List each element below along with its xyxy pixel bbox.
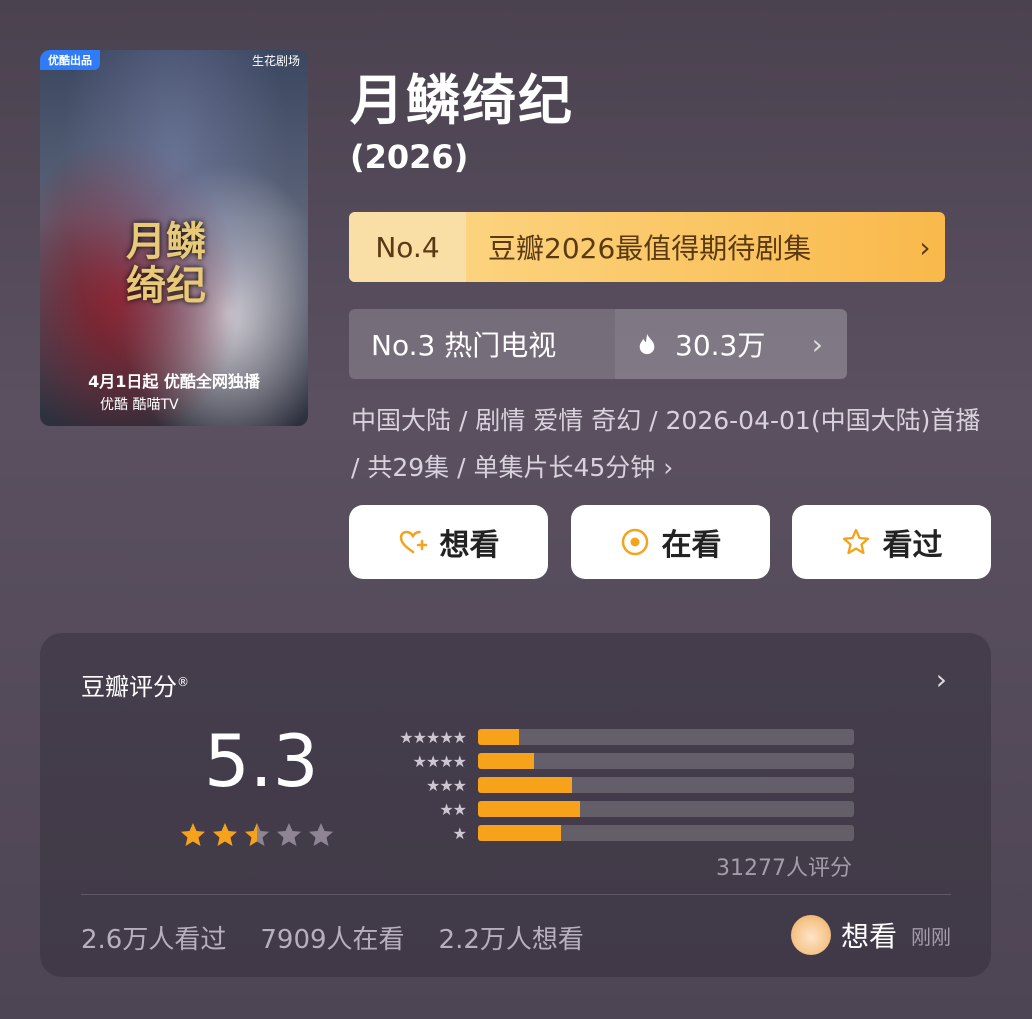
rating-bar-stars: ★ [452, 824, 467, 843]
heat-section: 30.3万 › [615, 309, 847, 379]
star-outline-icon [842, 528, 869, 555]
want-to-watch-button[interactable]: 想看 [349, 505, 548, 579]
watched-label: 看过 [882, 528, 943, 563]
hot-tv-banner[interactable]: No.3 热门电视 30.3万 › [349, 309, 847, 379]
chevron-right-icon[interactable]: › [936, 663, 947, 696]
want-count[interactable]: 2.2万人想看 [439, 919, 584, 956]
friend-action: 想看 [840, 920, 897, 953]
friend-time: 刚刚 [911, 924, 951, 949]
rating-star-icon [309, 823, 333, 846]
show-meta[interactable]: 中国大陆 / 剧情 爱情 奇幻 / 2026-04-01(中国大陆)首播 / 共… [351, 397, 991, 491]
rating-card: 豆瓣评分® › 5.3 ★★★★★ ★★★★ ★★★ ★★ ★ 31277人评分 2.6… [40, 633, 991, 977]
rating-score: 5.3 [204, 719, 319, 803]
want-to-watch-label: 想看 [439, 528, 500, 563]
rating-star-icon [213, 823, 237, 846]
chevron-right-icon: › [919, 230, 931, 264]
poster-release: 4月1日起 优酷全网独播 [88, 372, 260, 391]
poster-platforms: 优酷 酷喵TV [100, 397, 179, 413]
circle-dot-icon [621, 528, 648, 556]
divider [81, 894, 951, 895]
rating-header: 豆瓣评分® [81, 667, 189, 702]
rating-bar-track [478, 753, 854, 769]
chevron-right-icon: › [811, 327, 823, 361]
rating-bar-fill [478, 777, 572, 793]
rating-bar-stars: ★★★★★ [399, 728, 467, 747]
rating-bar-track [478, 825, 854, 841]
rank-label: 豆瓣2026最值得期待剧集 [488, 232, 812, 265]
watched-count[interactable]: 2.6万人看过 [81, 919, 226, 956]
heat-value: 30.3万 [675, 329, 766, 362]
poster-title-art: 月鳞绮纪 [126, 218, 206, 309]
show-year: (2026) [350, 138, 469, 176]
rating-count[interactable]: 31277人评分 [716, 850, 852, 882]
watching-count[interactable]: 7909人在看 [260, 919, 404, 956]
show-title: 月鳞绮纪 [350, 69, 574, 132]
rating-star-icon [277, 823, 301, 846]
rank-banner[interactable]: No.4 豆瓣2026最值得期待剧集 › [349, 212, 945, 282]
rating-bar-fill [478, 825, 561, 841]
watching-button[interactable]: 在看 [571, 505, 770, 579]
rating-bar-track [478, 777, 854, 793]
poster-badge: 优酷出品 [40, 50, 100, 70]
rating-bar-stars: ★★ [439, 800, 467, 819]
poster[interactable]: 优酷出品 生花剧场 月鳞绮纪 4月1日起 优酷全网独播 优酷 酷喵TV [40, 50, 308, 426]
watched-button[interactable]: 看过 [792, 505, 991, 579]
rating-bar-track [478, 801, 854, 817]
rating-stars [178, 820, 336, 850]
rank-number: No.4 [349, 212, 466, 282]
watch-stats: 2.6万人看过 7909人在看 2.2万人想看 [81, 919, 584, 956]
rating-bar-stars: ★★★★ [412, 752, 467, 771]
rating-star-icon [245, 823, 269, 846]
friend-activity[interactable]: 想看 刚刚 [790, 915, 951, 955]
avatar [790, 915, 831, 955]
poster-brand: 生花剧场 [251, 54, 300, 68]
rating-star-icon [181, 823, 205, 846]
rating-bar-fill [478, 753, 535, 769]
rating-bar-stars: ★★★ [425, 776, 467, 795]
watching-label: 在看 [661, 528, 722, 563]
rating-bar-fill [478, 729, 520, 745]
hot-tv-rank: No.3 热门电视 [371, 329, 557, 362]
rating-bar-track [478, 729, 854, 745]
rating-bar-fill [478, 801, 580, 817]
flame-icon [639, 333, 655, 355]
rating-header-label: 豆瓣评分 [81, 673, 177, 701]
registered-mark: ® [177, 675, 189, 689]
heart-plus-icon [399, 530, 427, 554]
